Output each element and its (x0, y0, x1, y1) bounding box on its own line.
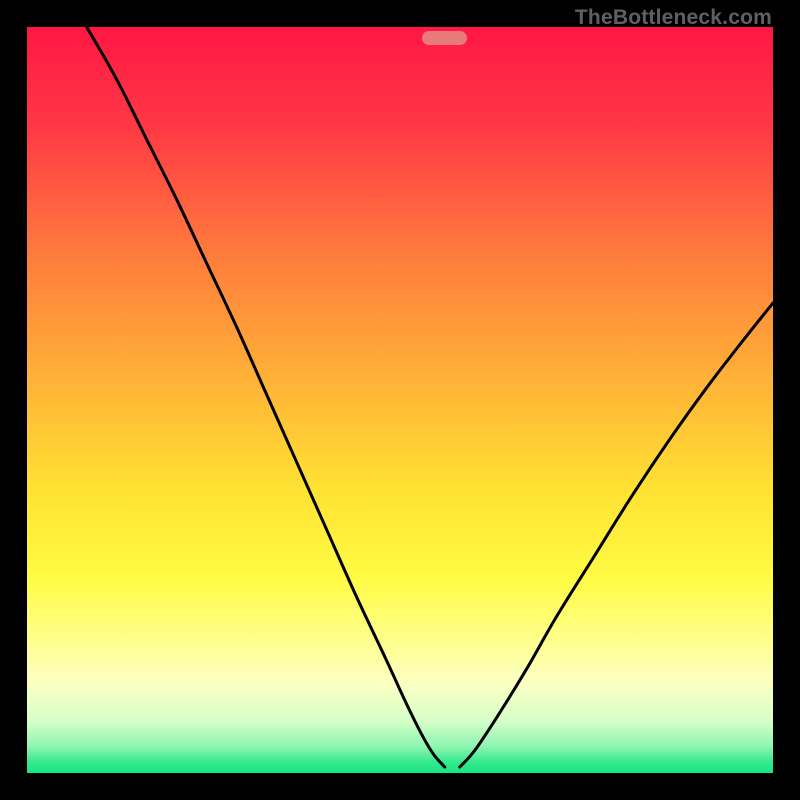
bottleneck-curve-right (460, 303, 773, 767)
optimal-marker (422, 31, 467, 45)
bottleneck-curve-left (87, 27, 445, 767)
plot-area (27, 27, 773, 773)
curve-layer (27, 27, 773, 773)
chart-container: TheBottleneck.com (0, 0, 800, 800)
